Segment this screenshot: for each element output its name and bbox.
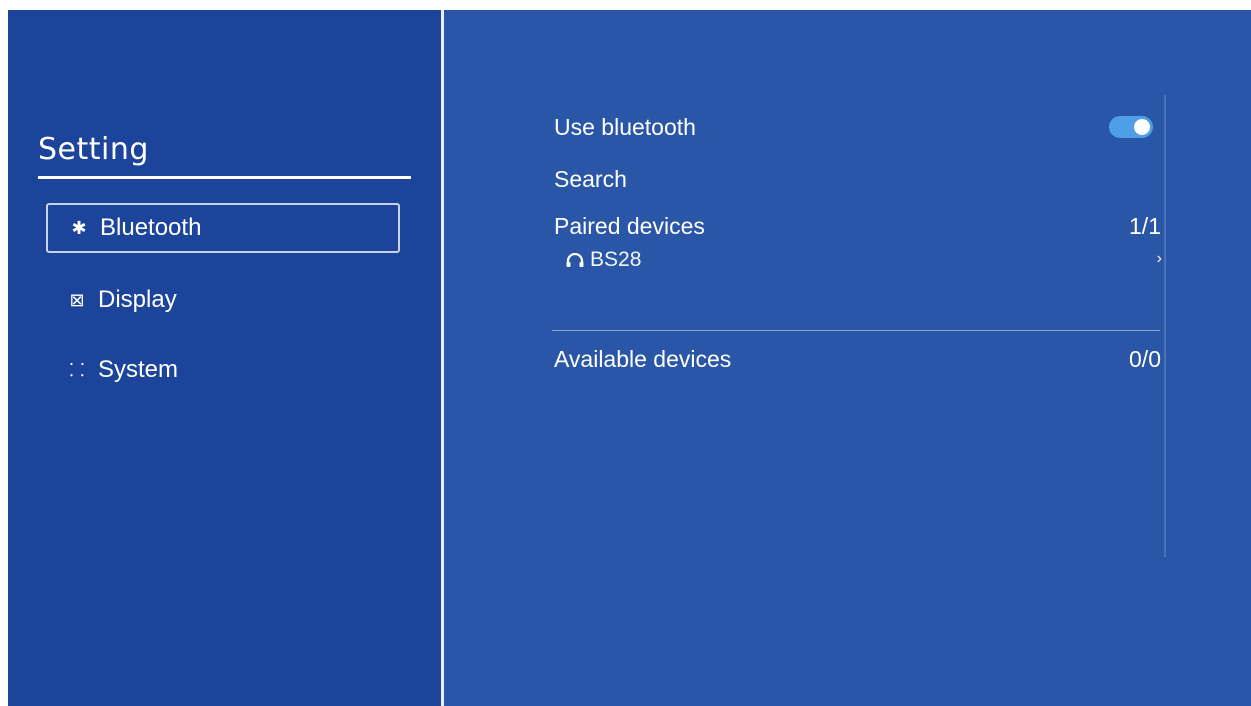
use-bluetooth-label[interactable]: Use bluetooth (554, 114, 696, 141)
scrollbar[interactable] (1164, 95, 1166, 557)
paired-devices-label: Paired devices (554, 213, 705, 239)
sidebar-item-bluetooth[interactable]: ✱ Bluetooth (46, 203, 400, 253)
device-name: BS28 (590, 248, 642, 271)
sidebar-item-label: Bluetooth (100, 214, 202, 241)
paired-device-item[interactable]: BS28 › (554, 248, 1162, 278)
bluetooth-panel: Use bluetooth Search Paired devices 1/1 … (444, 10, 1251, 706)
device-name-wrap: BS28 (566, 248, 641, 272)
sidebar-title: Setting (38, 132, 149, 167)
available-devices-count: 0/0 (1129, 346, 1161, 372)
bluetooth-icon: ✱ (71, 217, 87, 238)
search-button[interactable]: Search (554, 166, 627, 193)
toggle-knob (1134, 119, 1150, 135)
sidebar-item-label: System (98, 356, 179, 383)
paired-devices-count: 1/1 (1129, 213, 1161, 239)
sidebar-item-display[interactable]: ⊠ Display (46, 275, 400, 325)
section-divider (552, 330, 1160, 331)
sidebar-item-system[interactable]: ⸬ System (46, 345, 400, 395)
image-icon: ⊠ (69, 289, 85, 310)
sidebar-item-label: Display (98, 286, 177, 313)
chevron-right-icon: › (1156, 250, 1162, 267)
bluetooth-toggle[interactable] (1109, 116, 1153, 138)
available-devices-label: Available devices (554, 346, 732, 372)
apps-grid-icon: ⸬ (69, 360, 85, 380)
sidebar: Setting ✱ Bluetooth ⊠ Display ⸬ System (8, 10, 441, 706)
headphones-icon (566, 253, 584, 267)
settings-screen: Setting ✱ Bluetooth ⊠ Display ⸬ System U… (8, 10, 1251, 706)
title-underline (38, 176, 411, 179)
